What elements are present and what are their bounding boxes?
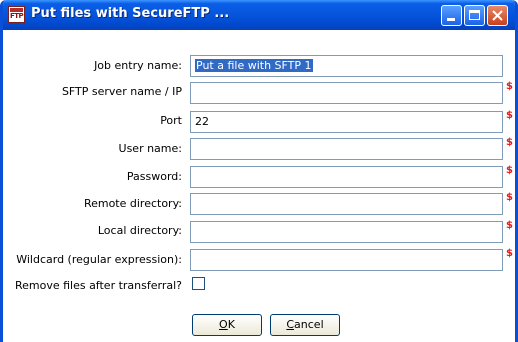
- remote-directory-input[interactable]: [190, 193, 503, 215]
- minimize-button[interactable]: [441, 5, 462, 26]
- port-input[interactable]: 22: [190, 111, 503, 133]
- local-directory-label: Local directory:: [97, 224, 182, 237]
- remove-files-checkbox[interactable]: [192, 277, 205, 290]
- local-directory-input[interactable]: [190, 221, 503, 243]
- title-bar[interactable]: FTP Put files with SecureFTP ...: [3, 0, 515, 30]
- variable-icon: $: [506, 137, 513, 148]
- form-area: Job entry name: Put a file with SFTP 1 S…: [3, 30, 515, 342]
- close-icon: [492, 10, 503, 21]
- wildcard-label: Wildcard (regular expression):: [16, 253, 182, 266]
- user-name-label: User name:: [118, 142, 182, 155]
- job-entry-name-value: Put a file with SFTP 1: [195, 59, 313, 72]
- cancel-button[interactable]: Cancel: [270, 314, 340, 336]
- ftp-app-icon: FTP: [8, 6, 25, 23]
- maximize-button[interactable]: [464, 5, 485, 26]
- ok-label: K: [227, 318, 235, 331]
- maximize-icon: [469, 10, 480, 20]
- server-input[interactable]: [190, 82, 503, 104]
- password-input[interactable]: [190, 166, 503, 188]
- dialog-window: FTP Put files with SecureFTP ... Job ent…: [0, 0, 518, 342]
- ok-mnemonic: O: [219, 318, 228, 331]
- variable-icon: $: [506, 248, 513, 259]
- server-label: SFTP server name / IP: [61, 85, 182, 98]
- wildcard-input[interactable]: [190, 249, 503, 271]
- minimize-icon: [447, 18, 455, 21]
- close-button[interactable]: [487, 5, 508, 26]
- job-entry-name-label: Job entry name:: [94, 59, 182, 72]
- window-title: Put files with SecureFTP ...: [31, 6, 230, 21]
- cancel-mnemonic: C: [286, 318, 295, 331]
- port-label: Port: [160, 114, 182, 127]
- ok-button[interactable]: OK: [192, 314, 262, 336]
- variable-icon: $: [506, 81, 513, 92]
- remove-files-label: Remove files after transferral?: [14, 279, 182, 292]
- cancel-label: ancel: [294, 318, 324, 331]
- variable-icon: $: [506, 220, 513, 231]
- variable-icon: $: [506, 165, 513, 176]
- user-name-input[interactable]: [190, 138, 503, 160]
- variable-icon: $: [506, 110, 513, 121]
- remote-directory-label: Remote directory:: [83, 197, 182, 210]
- variable-icon: $: [506, 192, 513, 203]
- job-entry-name-input[interactable]: Put a file with SFTP 1: [190, 55, 503, 77]
- password-label: Password:: [126, 170, 182, 183]
